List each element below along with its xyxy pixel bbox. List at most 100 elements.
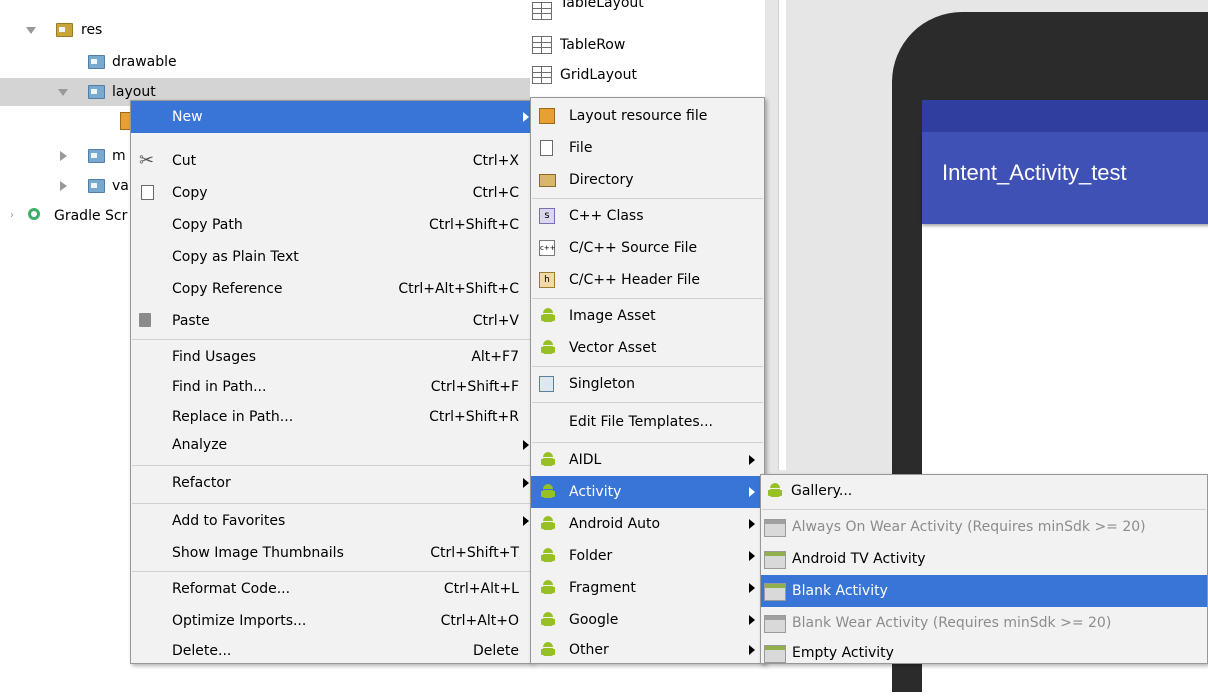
menu-item-edit-file-templates[interactable]: Edit File Templates... (531, 406, 764, 438)
submenu-arrow-icon (523, 516, 529, 526)
collapse-arrow-icon[interactable] (60, 181, 67, 191)
menu-item-shortcut: Ctrl+X (472, 153, 519, 169)
menu-separator (532, 442, 763, 443)
menu-item-cpp-source-file[interactable]: c++ C/C++ Source File (531, 232, 764, 264)
menu-item-blank-activity[interactable]: Blank Activity (761, 575, 1207, 607)
menu-item-label: Cut (172, 153, 197, 169)
scissors-icon: ✂ (139, 150, 155, 171)
menu-item-reformat-code[interactable]: Reformat Code... Ctrl+Alt+L (131, 573, 531, 605)
menu-item-label: Folder (569, 548, 613, 564)
menu-item-activity[interactable]: Activity (531, 476, 764, 508)
menu-item-shortcut: Ctrl+Shift+F (430, 379, 519, 395)
menu-item-android-tv-activity[interactable]: Android TV Activity (761, 543, 1207, 575)
menu-item-empty-activity[interactable]: Empty Activity (761, 637, 1207, 669)
menu-item-label: Reformat Code... (172, 581, 291, 597)
folder-icon (88, 55, 105, 69)
expand-arrow-icon[interactable] (58, 89, 68, 96)
menu-item-copy-path[interactable]: Copy Path Ctrl+Shift+C (131, 209, 531, 241)
tree-item-drawable[interactable]: drawable (0, 48, 530, 76)
menu-item-label: Blank Wear Activity (Requires minSdk >= … (792, 615, 1112, 631)
menu-item-show-image-thumbnails[interactable]: Show Image Thumbnails Ctrl+Shift+T (131, 537, 531, 569)
menu-item-always-on-wear-activity: Always On Wear Activity (Requires minSdk… (761, 511, 1207, 543)
menu-item-copy-reference[interactable]: Copy Reference Ctrl+Alt+Shift+C (131, 273, 531, 305)
menu-item-shortcut: Delete (473, 643, 519, 659)
menu-item-image-asset[interactable]: Image Asset (531, 300, 764, 332)
menu-item-shortcut: Ctrl+Shift+C (429, 217, 519, 233)
app-title: Intent_Activity_test (942, 160, 1127, 185)
folder-icon (88, 149, 105, 163)
menu-item-find-usages[interactable]: Find Usages Alt+F7 (131, 341, 531, 373)
menu-item-label: Vector Asset (569, 340, 657, 356)
menu-item-label: Find Usages (172, 349, 257, 365)
singleton-icon (539, 376, 554, 392)
menu-item-analyze[interactable]: Analyze (131, 429, 531, 461)
collapse-arrow-icon[interactable] (60, 151, 67, 161)
android-icon (540, 580, 556, 596)
menu-separator (132, 339, 530, 340)
menu-item-label: Other (569, 642, 609, 658)
menu-item-fragment[interactable]: Fragment (531, 572, 764, 604)
menu-item-refactor[interactable]: Refactor (131, 467, 531, 499)
android-icon (540, 484, 556, 500)
menu-item-gallery[interactable]: Gallery... (761, 475, 1207, 507)
menu-item-add-to-favorites[interactable]: Add to Favorites (131, 505, 531, 537)
android-icon (540, 548, 556, 564)
tree-item-label: drawable (112, 54, 177, 70)
android-icon (540, 516, 556, 532)
menu-item-layout-resource-file[interactable]: Layout resource file (531, 100, 764, 132)
menu-item-label: C/C++ Header File (569, 272, 701, 288)
menu-item-android-auto[interactable]: Android Auto (531, 508, 764, 540)
menu-item-paste[interactable]: Paste Ctrl+V (131, 305, 531, 337)
submenu-arrow-icon (523, 478, 529, 488)
menu-item-label: Gallery... (791, 483, 853, 499)
palette-item-label: TableLayout (560, 0, 644, 11)
menu-item-aidl[interactable]: AIDL (531, 444, 764, 476)
menu-item-vector-asset[interactable]: Vector Asset (531, 332, 764, 364)
menu-item-cut[interactable]: ✂ Cut Ctrl+X (131, 145, 531, 177)
tree-item-label: Gradle Scr (54, 208, 128, 224)
copy-icon (141, 185, 154, 200)
menu-item-shortcut: Ctrl+C (472, 185, 519, 201)
menu-item-cpp-header-file[interactable]: h C/C++ Header File (531, 264, 764, 296)
directory-icon (539, 174, 556, 187)
menu-item-delete[interactable]: Delete... Delete (131, 635, 531, 667)
menu-item-optimize-imports[interactable]: Optimize Imports... Ctrl+Alt+O (131, 605, 531, 637)
menu-item-label: Analyze (172, 437, 228, 453)
layout-file-icon (539, 108, 555, 124)
menu-item-google[interactable]: Google (531, 604, 764, 636)
menu-item-label: C/C++ Source File (569, 240, 698, 256)
menu-item-label: Edit File Templates... (569, 414, 713, 430)
menu-item-new[interactable]: New (131, 101, 531, 133)
menu-separator (532, 198, 763, 199)
menu-item-label: Android TV Activity (792, 551, 926, 567)
activity-template-icon (764, 519, 786, 537)
submenu-arrow-icon (749, 551, 755, 561)
gradle-icon (28, 208, 40, 220)
menu-item-find-in-path[interactable]: Find in Path... Ctrl+Shift+F (131, 371, 531, 403)
menu-item-label: Delete... (172, 643, 232, 659)
menu-item-copy[interactable]: Copy Ctrl+C (131, 177, 531, 209)
expand-arrow-icon[interactable] (26, 27, 36, 34)
menu-item-label: Fragment (569, 580, 636, 596)
submenu-arrow-icon (749, 455, 755, 465)
menu-item-folder[interactable]: Folder (531, 540, 764, 572)
table-layout-icon (532, 2, 552, 20)
palette-item-label: GridLayout (560, 67, 637, 83)
folder-icon (88, 85, 105, 99)
menu-item-other[interactable]: Other (531, 634, 764, 666)
android-icon (540, 642, 556, 658)
collapse-dot-icon: › (10, 210, 14, 221)
menu-item-label: Always On Wear Activity (Requires minSdk… (792, 519, 1146, 535)
menu-item-directory[interactable]: Directory (531, 164, 764, 196)
menu-item-cpp-class[interactable]: s C++ Class (531, 200, 764, 232)
menu-item-label: Copy (172, 185, 208, 201)
submenu-arrow-icon (749, 615, 755, 625)
menu-item-label: Activity (569, 484, 622, 500)
menu-item-file[interactable]: File (531, 132, 764, 164)
menu-item-copy-plain-text[interactable]: Copy as Plain Text (131, 241, 531, 273)
tree-item-res[interactable]: res (0, 16, 530, 44)
menu-item-shortcut: Alt+F7 (471, 349, 519, 365)
menu-item-label: Layout resource file (569, 108, 708, 124)
cpp-class-icon: s (539, 208, 555, 224)
menu-item-singleton[interactable]: Singleton (531, 368, 764, 400)
